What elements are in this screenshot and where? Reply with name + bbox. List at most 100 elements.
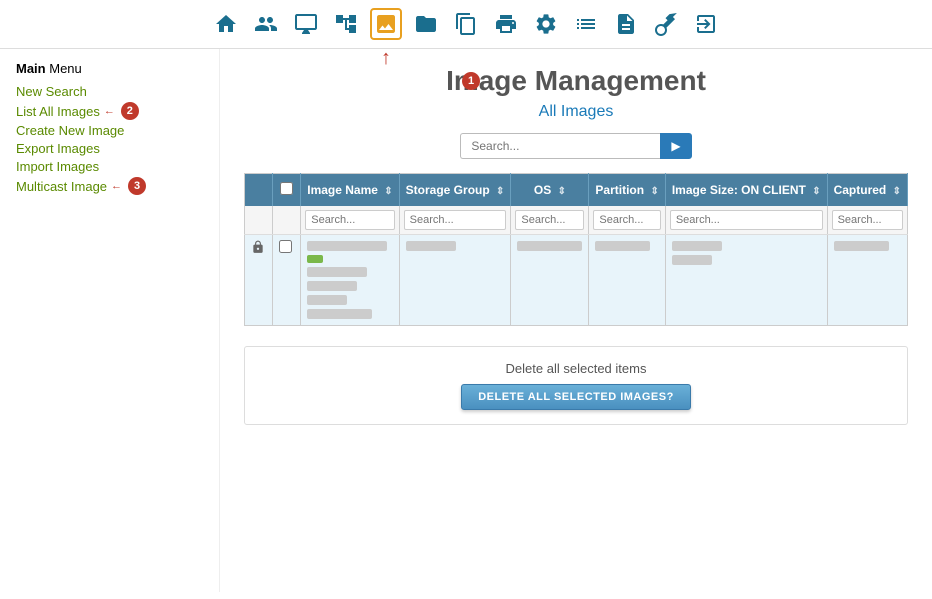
name-green-dot: [307, 255, 323, 263]
page-title: Image Management: [244, 65, 908, 97]
network-icon[interactable]: [330, 8, 362, 40]
create-new-image-link[interactable]: Create New Image: [16, 123, 124, 138]
col-partition: Partition ⇕: [589, 174, 665, 207]
footer-label: Delete all selected items: [259, 361, 893, 376]
filter-cell-name: [301, 206, 399, 235]
col-captured: Captured ⇕: [827, 174, 907, 207]
row-lock-cell: [245, 235, 273, 326]
filter-cell-lock: [245, 206, 273, 235]
main-content: 1 Image Management All Images ▶ Image Na…: [220, 49, 932, 592]
sidebar: Main Menu New Search List All Images ← 2…: [0, 49, 220, 592]
search-input[interactable]: [460, 133, 660, 159]
size-cell-content: [672, 240, 821, 266]
home-icon[interactable]: [210, 8, 242, 40]
sort-icon-storage[interactable]: ⇕: [496, 186, 504, 197]
name-line3: [307, 281, 357, 291]
lock-icon: [251, 240, 265, 254]
list-all-images-link[interactable]: List All Images: [16, 104, 100, 119]
list-icon[interactable]: [570, 8, 602, 40]
filter-os-input[interactable]: [515, 210, 584, 230]
filter-cell-os: [511, 206, 589, 235]
captured-blurred: [834, 241, 889, 251]
filter-partition-input[interactable]: [593, 210, 660, 230]
filter-name-input[interactable]: [305, 210, 394, 230]
main-layout: Main Menu New Search List All Images ← 2…: [0, 49, 932, 592]
settings-icon[interactable]: [530, 8, 562, 40]
image-nav-area: ↑: [370, 8, 402, 40]
delete-all-button[interactable]: Delete all selected images?: [461, 384, 691, 410]
logout-icon[interactable]: [690, 8, 722, 40]
col-storage-group: Storage Group ⇕: [399, 174, 511, 207]
table-header-row: Image Name ⇕ Storage Group ⇕ OS ⇕ Partit…: [245, 174, 908, 207]
col-lock: [245, 174, 273, 207]
badge-1: 1: [462, 72, 480, 90]
sort-icon-name[interactable]: ⇕: [384, 186, 392, 197]
filter-captured-input[interactable]: [832, 210, 903, 230]
sort-icon-os[interactable]: ⇕: [558, 186, 566, 197]
sort-icon-captured[interactable]: ⇕: [893, 186, 901, 197]
size-line1: [672, 241, 722, 251]
row-captured-cell: [827, 235, 907, 326]
top-navigation: ↑: [0, 0, 932, 49]
search-bar: ▶: [244, 133, 908, 159]
multicast-image-link[interactable]: Multicast Image: [16, 179, 107, 194]
row-partition-cell: [589, 235, 665, 326]
filter-cell-storage: [399, 206, 511, 235]
copy-icon[interactable]: [450, 8, 482, 40]
sidebar-item-new-search: New Search: [16, 84, 203, 99]
row-checkbox-cell: [273, 235, 301, 326]
col-checkbox: [273, 174, 301, 207]
monitor-icon[interactable]: [290, 8, 322, 40]
sidebar-item-import-images: Import Images: [16, 159, 203, 174]
title-row: 1 Image Management: [244, 65, 908, 97]
name-blurred: [307, 241, 387, 251]
section-subtitle: All Images: [244, 103, 908, 121]
export-images-link[interactable]: Export Images: [16, 141, 100, 156]
sidebar-item-create-new-image: Create New Image: [16, 123, 203, 138]
partition-blurred: [595, 241, 650, 251]
sidebar-item-list-all-images: List All Images ← 2: [16, 102, 203, 120]
size-line2: [672, 255, 712, 265]
filter-cell-checkbox: [273, 206, 301, 235]
filter-cell-captured: [827, 206, 907, 235]
doc-icon[interactable]: [610, 8, 642, 40]
badge-2: 2: [121, 102, 139, 120]
name-line2: [307, 267, 367, 277]
users-icon[interactable]: [250, 8, 282, 40]
row-checkbox[interactable]: [279, 240, 292, 253]
sidebar-item-multicast-image: Multicast Image ← 3: [16, 177, 203, 195]
col-image-size: Image Size: ON CLIENT ⇕: [665, 174, 827, 207]
name-cell-content: [307, 240, 392, 320]
images-table: Image Name ⇕ Storage Group ⇕ OS ⇕ Partit…: [244, 173, 908, 326]
print-icon[interactable]: [490, 8, 522, 40]
name-line5: [307, 309, 372, 319]
badge-3: 3: [128, 177, 146, 195]
new-search-link[interactable]: New Search: [16, 84, 87, 99]
select-all-checkbox[interactable]: [280, 182, 293, 195]
os-blurred: [517, 241, 582, 251]
sort-icon-partition[interactable]: ⇕: [650, 186, 658, 197]
sidebar-item-export-images: Export Images: [16, 141, 203, 156]
import-images-link[interactable]: Import Images: [16, 159, 99, 174]
image-icon[interactable]: [370, 8, 402, 40]
sort-icon-size[interactable]: ⇕: [812, 186, 820, 197]
storage-blurred: [406, 241, 456, 251]
filter-storage-input[interactable]: [404, 210, 507, 230]
wrench-icon[interactable]: [650, 8, 682, 40]
name-line4: [307, 295, 347, 305]
sidebar-title: Main Menu: [16, 61, 203, 76]
filter-row: [245, 206, 908, 235]
sidebar-links: New Search List All Images ← 2 Create Ne…: [16, 84, 203, 195]
col-image-name: Image Name ⇕: [301, 174, 399, 207]
row-size-cell: [665, 235, 827, 326]
filter-cell-size: [665, 206, 827, 235]
table-row: [245, 235, 908, 326]
filter-size-input[interactable]: [670, 210, 823, 230]
col-os: OS ⇕: [511, 174, 589, 207]
row-os-cell: [511, 235, 589, 326]
row-name-cell: [301, 235, 399, 326]
row-storage-cell: [399, 235, 511, 326]
search-button[interactable]: ▶: [660, 133, 691, 159]
folder-icon[interactable]: [410, 8, 442, 40]
filter-cell-partition: [589, 206, 665, 235]
